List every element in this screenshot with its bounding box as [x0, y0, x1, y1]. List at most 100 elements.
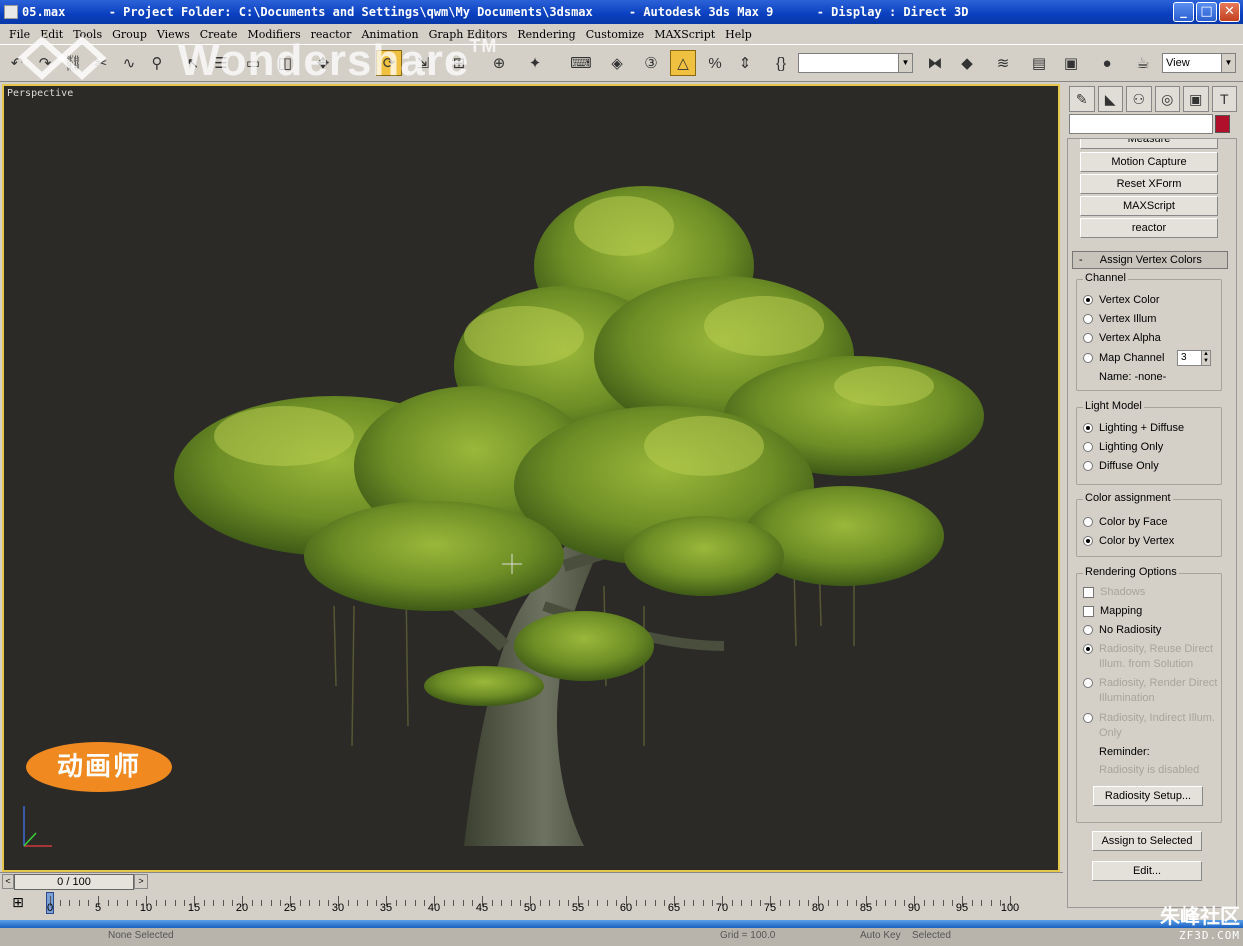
shadows-checkbox[interactable]: Shadows [1083, 584, 1145, 600]
radiosity-indirect-label: Radiosity, Indirect Illum. [1099, 712, 1215, 724]
assign-vertex-colors-rollout[interactable]: - Assign Vertex Colors [1072, 251, 1228, 269]
spinner-snap-icon[interactable]: ⇕ [732, 50, 758, 76]
ruler-label: 85 [859, 902, 873, 914]
ruler-tick [798, 900, 800, 906]
vertex-alpha-radio[interactable]: Vertex Alpha [1083, 330, 1161, 346]
key-filter-status[interactable]: Selected [912, 930, 951, 941]
assign-to-selected-button[interactable]: Assign to Selected [1092, 831, 1202, 851]
ruler-label: 40 [427, 902, 441, 914]
lighting-diffuse-radio[interactable]: Lighting + Diffuse [1083, 420, 1184, 436]
frame-ruler[interactable]: 0 5 10 15 20 25 30 35 40 45 50 55 60 65 70 75 80 85 90 95 10… [44, 890, 1019, 920]
ruler-tick [107, 900, 109, 906]
menu-maxscript[interactable]: MAXScript [649, 28, 720, 41]
motion-tab-icon[interactable]: ◎ [1154, 86, 1180, 112]
radiosity-indirect-radio[interactable]: Radiosity, Indirect Illum. [1083, 710, 1215, 726]
watermark-text: Wondershare [178, 36, 470, 85]
time-next-button[interactable]: > [134, 874, 148, 889]
mapping-checkbox[interactable]: Mapping [1083, 603, 1142, 619]
hierarchy-tab-icon[interactable]: ⚇ [1126, 86, 1152, 112]
ruler-tick [894, 900, 896, 906]
mirror-icon[interactable]: ⧓ [922, 50, 948, 76]
snap-3d-icon[interactable]: ③ [638, 50, 664, 76]
radiosity-reuse-radio[interactable]: Radiosity, Reuse Direct [1083, 641, 1213, 657]
no-radiosity-radio[interactable]: No Radiosity [1083, 622, 1161, 638]
ruler-label: 30 [331, 902, 345, 914]
command-panel-tabs: ✎ ◣ ⚇ ◎ ▣ T [1069, 86, 1237, 112]
align-icon[interactable]: ◆ [954, 50, 980, 76]
radiosity-render-radio[interactable]: Radiosity, Render Direct [1083, 675, 1217, 691]
object-color-swatch[interactable] [1215, 115, 1230, 133]
create-tab-icon[interactable]: ✎ [1069, 86, 1095, 112]
display-tab-icon[interactable]: ▣ [1183, 86, 1209, 112]
ruler-tick [568, 900, 570, 906]
edit-button[interactable]: Edit... [1092, 861, 1202, 881]
measure-button[interactable]: Measure [1080, 139, 1218, 149]
close-button[interactable]: ✕ [1219, 2, 1240, 22]
light-model-group: Light Model Lighting + Diffuse Lighting … [1076, 400, 1222, 485]
ruler-tick [309, 900, 311, 906]
auto-key-button[interactable]: Auto Key [860, 930, 901, 941]
map-channel-radio[interactable]: Map Channel [1083, 350, 1164, 366]
reactor-button[interactable]: reactor [1080, 218, 1218, 238]
menu-customize[interactable]: Customize [581, 28, 649, 41]
snaps-icon[interactable]: ◈ [604, 50, 630, 76]
color-by-vertex-radio[interactable]: Color by Vertex [1083, 533, 1174, 549]
named-selection-icon[interactable]: {} [768, 50, 794, 76]
minimize-button[interactable]: _ [1173, 2, 1194, 22]
ruler-tick [635, 900, 637, 906]
ruler-tick [328, 900, 330, 906]
percent-snap-icon[interactable]: % [702, 50, 728, 76]
render-type-dropdown[interactable]: View ▼ [1162, 53, 1236, 73]
ruler-tick [904, 900, 906, 906]
keyboard-shortcut-icon[interactable]: ⌨ [568, 50, 594, 76]
schematic-view-icon[interactable]: ▣ [1058, 50, 1084, 76]
color-by-face-radio[interactable]: Color by Face [1083, 514, 1167, 530]
mini-curve-editor-icon[interactable]: ⊞ [8, 894, 28, 914]
window-titlebar: 05.max - Project Folder: C:\Documents an… [0, 0, 1243, 24]
utilities-tab-icon[interactable]: T [1211, 86, 1237, 112]
maxscript-button[interactable]: MAXScript [1080, 196, 1218, 216]
ruler-tick [165, 900, 167, 906]
utilities-rollouts[interactable]: Measure Motion Capture Reset XForm MAXSc… [1067, 138, 1237, 908]
animator-badge: 动画师 [26, 742, 172, 792]
manipulate-icon[interactable]: ✦ [522, 50, 548, 76]
channel-name-label: Name: -none- [1099, 371, 1167, 383]
map-channel-spinner[interactable]: 3 ▲ ▼ [1177, 350, 1211, 366]
vertex-illum-radio[interactable]: Vertex Illum [1083, 311, 1156, 327]
render-scene-icon[interactable]: ☕ [1130, 50, 1156, 76]
layer-manager-icon[interactable]: ≋ [990, 50, 1016, 76]
diffuse-only-radio[interactable]: Diffuse Only [1083, 458, 1159, 474]
light-model-title: Light Model [1083, 400, 1144, 412]
ruler-tick [117, 900, 119, 906]
menu-help[interactable]: Help [720, 28, 757, 41]
map-channel-label: Map Channel [1099, 352, 1165, 364]
time-prev-button[interactable]: < [2, 874, 14, 889]
wondershare-watermark: WondershareTM [178, 36, 497, 86]
time-slider[interactable]: < 0 / 100 > [0, 872, 1063, 890]
track-bar[interactable]: ⊞ 0 5 10 15 20 25 30 35 40 45 50 55 60 65 70 75 80 85 90 95… [0, 890, 1063, 920]
window-title: 05.max - Project Folder: C:\Documents an… [22, 5, 969, 19]
object-name-field[interactable] [1069, 114, 1213, 134]
ruler-tick [136, 900, 138, 906]
radiosity-indirect-label-2: Only [1099, 727, 1122, 739]
ruler-tick [693, 900, 695, 906]
lighting-only-radio[interactable]: Lighting Only [1083, 439, 1163, 455]
angle-snap-icon[interactable]: △ [670, 50, 696, 76]
menu-rendering[interactable]: Rendering [512, 28, 580, 41]
ruler-label: 80 [811, 902, 825, 914]
maximize-button[interactable]: □ [1196, 2, 1217, 22]
ruler-tick [270, 900, 272, 906]
time-slider-thumb[interactable]: 0 / 100 [14, 874, 134, 890]
vertex-color-radio[interactable]: Vertex Color [1083, 292, 1160, 308]
named-selection-set-dropdown[interactable]: ▼ [798, 53, 913, 73]
rollout-toggle[interactable]: - [1079, 254, 1083, 266]
curve-editor-icon[interactable]: ▤ [1026, 50, 1052, 76]
radiosity-setup-button[interactable]: Radiosity Setup... [1093, 786, 1203, 806]
reset-xform-button[interactable]: Reset XForm [1080, 174, 1218, 194]
motion-capture-button[interactable]: Motion Capture [1080, 152, 1218, 172]
tree-model[interactable] [4, 86, 1058, 870]
perspective-viewport[interactable]: Perspective 动画师 [2, 84, 1060, 872]
material-editor-icon[interactable]: ● [1094, 50, 1120, 76]
ruler-label: 70 [715, 902, 729, 914]
modify-tab-icon[interactable]: ◣ [1097, 86, 1123, 112]
